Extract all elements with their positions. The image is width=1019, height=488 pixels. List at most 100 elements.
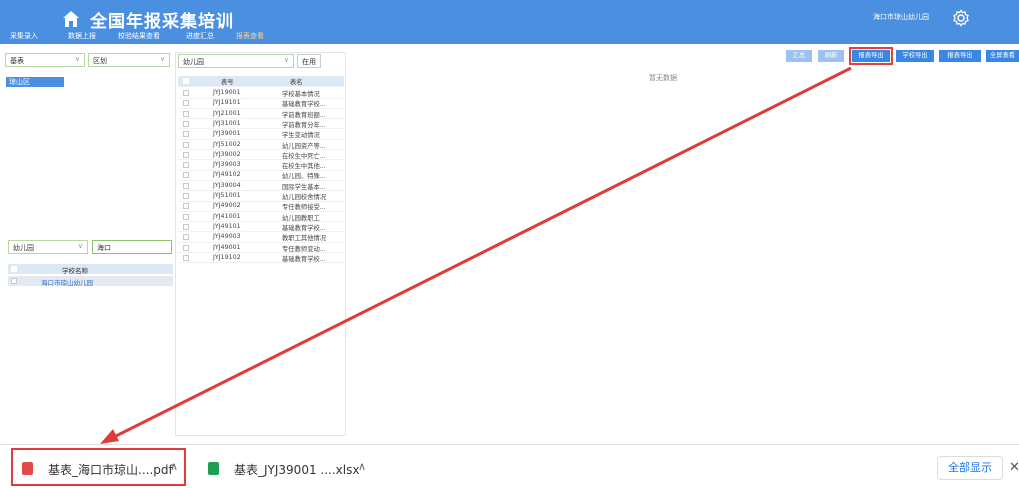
table-code: JYJ51001 — [213, 192, 241, 199]
table-name: 专任教师变动... — [282, 245, 326, 253]
nav-item-reports[interactable]: 报表查看 — [236, 31, 264, 41]
download-item-pdf[interactable]: 基表_海口市琼山....pdf ∧ — [20, 455, 185, 483]
table-row[interactable]: JYJ21001 学前教育班额... — [178, 109, 344, 120]
table-row[interactable]: JYJ49001 专任教师变动... — [178, 243, 344, 253]
row-checkbox[interactable] — [183, 90, 189, 96]
row-checkbox[interactable] — [183, 182, 189, 189]
school-type-select[interactable]: 幼儿园 ∨ — [8, 240, 88, 254]
in-use-button[interactable]: 在用 — [297, 54, 321, 68]
summary-button[interactable]: 汇总 — [786, 50, 812, 62]
table-type-value: 基表 — [10, 57, 24, 65]
show-all-button[interactable]: 全部显示 — [937, 456, 1003, 480]
table-code: JYJ39001 — [213, 130, 241, 138]
table-name: 学前教育班额... — [282, 111, 326, 119]
report-table-header: 表号 表名 — [178, 76, 344, 87]
table-code: JYJ49102 — [213, 171, 241, 179]
table-name: 学生变动情况 — [282, 132, 320, 140]
nav-item-collect[interactable]: 采集录入 — [10, 31, 38, 41]
row-checkbox[interactable] — [183, 120, 189, 127]
fullscreen-button[interactable]: 全屏查看 — [986, 50, 1019, 62]
table-row[interactable]: JYJ39001 学生变动情况 — [178, 129, 344, 140]
table-name: 专任教师接受... — [282, 204, 326, 212]
table-code: JYJ39003 — [213, 161, 241, 169]
row-checkbox[interactable] — [183, 110, 189, 117]
row-checkbox[interactable] — [183, 131, 189, 138]
area-value: 区划 — [93, 57, 107, 65]
table-name: 学前教育分年... — [282, 121, 326, 129]
col-code-header: 表号 — [221, 79, 234, 86]
table-name: 在校生中死亡... — [282, 152, 326, 160]
table-code: JYJ49003 — [213, 233, 241, 241]
table-name: 教职工其他情况 — [282, 235, 327, 243]
chevron-down-icon: ∨ — [74, 55, 80, 63]
school-search-input[interactable]: 海口 — [92, 240, 172, 254]
table-row[interactable]: JYJ41001 幼儿园教职工 — [178, 212, 344, 223]
table-row[interactable]: JYJ49002 专任教师接受... — [178, 201, 344, 212]
app-title: 全国年报采集培训 — [90, 12, 234, 32]
row-checkbox[interactable] — [183, 254, 189, 261]
table-name: 国际学生基本... — [282, 183, 326, 191]
table-name: 幼儿园教职工 — [282, 214, 320, 222]
table-code: JYJ49001 — [213, 243, 241, 251]
gear-icon[interactable] — [952, 9, 970, 27]
row-checkbox[interactable] — [183, 203, 189, 210]
refresh-button[interactable]: 刷新 — [818, 50, 844, 62]
row-checkbox[interactable] — [183, 151, 189, 158]
table-code: JYJ49002 — [213, 202, 241, 210]
chevron-up-icon[interactable]: ∧ — [170, 460, 178, 473]
table-name: 幼儿园校舍情况 — [282, 194, 327, 201]
school-row[interactable]: 海口市琼山幼儿园 — [8, 276, 173, 287]
chevron-up-icon[interactable]: ∧ — [358, 460, 366, 473]
row-checkbox[interactable] — [183, 100, 189, 107]
home-icon[interactable] — [62, 10, 80, 28]
table-name: 学校基本情况 — [282, 91, 320, 98]
row-checkbox[interactable] — [183, 162, 189, 169]
table-code: JYJ21001 — [213, 109, 241, 117]
report-export-button[interactable]: 报表导出 — [849, 47, 893, 65]
chevron-down-icon: ∨ — [77, 242, 83, 250]
row-checkbox[interactable] — [183, 244, 189, 251]
row-checkbox[interactable] — [183, 193, 189, 199]
close-icon[interactable]: ✕ — [1009, 460, 1019, 475]
table-row[interactable]: JYJ39004 国际学生基本... — [178, 181, 344, 192]
table-name: 基础教育学校... — [282, 255, 326, 263]
select-all-checkbox[interactable] — [11, 266, 17, 272]
download-filename: 基表_海口市琼山....pdf — [48, 463, 173, 477]
nav-item-progress[interactable]: 进度汇总 — [186, 31, 214, 41]
app-header: 全国年报采集培训 采集录入 数据上报 校验结果查看 进度汇总 报表查看 海口市琼… — [0, 0, 1019, 44]
school-export-button[interactable]: 学校导出 — [896, 50, 934, 62]
table-row[interactable]: JYJ19101 基础教育学校... — [178, 98, 344, 109]
school-name[interactable]: 海口市琼山幼儿园 — [41, 277, 93, 287]
table-row[interactable]: JYJ49003 教职工其他情况 — [178, 232, 344, 243]
row-checkbox[interactable] — [183, 213, 189, 220]
table-name: 幼儿园资产等... — [282, 142, 326, 150]
excel-file-icon — [208, 462, 219, 475]
pdf-file-icon — [22, 462, 33, 475]
table-row[interactable]: JYJ51001 幼儿园校舍情况 — [178, 191, 344, 202]
school-table-header: 学校名称 — [8, 264, 173, 275]
row-checkbox[interactable] — [11, 278, 17, 284]
select-all-checkbox[interactable] — [183, 78, 189, 84]
empty-data-text: 暂无数据 — [649, 74, 677, 82]
kind-select[interactable]: 幼儿园 ∨ — [178, 54, 294, 68]
table-row[interactable]: JYJ19102 基础教育学校... — [178, 253, 344, 264]
table-row[interactable]: JYJ19001 学校基本情况 — [178, 88, 344, 99]
nav-item-report[interactable]: 数据上报 — [68, 31, 96, 41]
row-checkbox[interactable] — [183, 234, 189, 241]
region-item-qiongshan[interactable]: 琼山区 — [6, 77, 64, 87]
row-checkbox[interactable] — [183, 223, 189, 230]
table-type-select[interactable]: 基表 ∨ — [5, 53, 85, 67]
report-export-button-2[interactable]: 报表导出 — [939, 50, 981, 62]
table-row[interactable]: JYJ39003 在校生中其他... — [178, 160, 344, 171]
table-row[interactable]: JYJ39002 在校生中死亡... — [178, 150, 344, 161]
table-row[interactable]: JYJ51002 幼儿园资产等... — [178, 140, 344, 150]
org-name[interactable]: 海口市琼山幼儿园 — [873, 12, 929, 22]
row-checkbox[interactable] — [183, 172, 189, 179]
nav-item-validation[interactable]: 校验结果查看 — [118, 31, 160, 41]
row-checkbox[interactable] — [183, 141, 189, 148]
table-row[interactable]: JYJ31001 学前教育分年... — [178, 119, 344, 130]
table-row[interactable]: JYJ49101 基础教育学校... — [178, 222, 344, 233]
area-select[interactable]: 区划 ∨ — [88, 53, 170, 67]
table-row[interactable]: JYJ49102 幼儿园、特殊... — [178, 170, 344, 181]
download-item-xlsx[interactable]: 基表_JYJ39001 ....xlsx ∧ — [206, 455, 376, 483]
